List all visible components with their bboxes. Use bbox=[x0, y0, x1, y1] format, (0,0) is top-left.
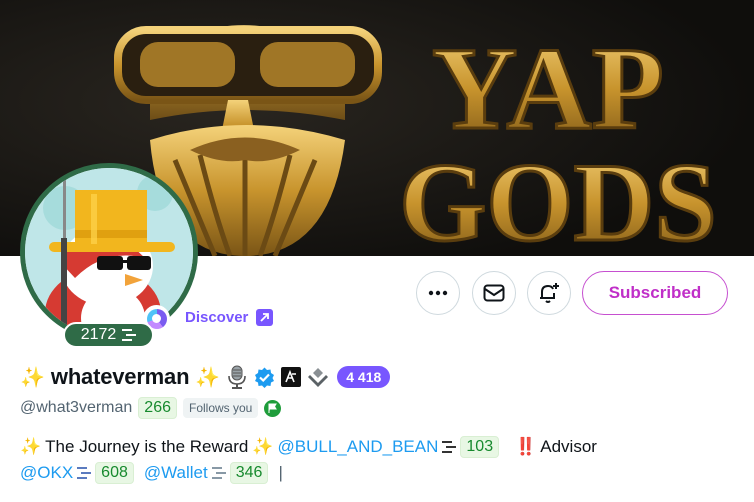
bio-sparkle-a: ✨ bbox=[20, 437, 42, 456]
mention-score-badge: 103 bbox=[460, 436, 500, 458]
flag-icon[interactable] bbox=[264, 399, 282, 417]
bell-plus-icon bbox=[540, 283, 559, 303]
display-name-row: ✨ whateverman ✨ 4 418 bbox=[20, 362, 391, 392]
bio-text: The Journey is the Reward bbox=[45, 437, 249, 456]
alert-icon: ‼️ bbox=[515, 437, 537, 456]
mention-bull-and-bean[interactable]: @BULL_AND_BEAN bbox=[278, 437, 439, 457]
bio-line-2: @OKX 608 @Wallet 346 | bbox=[20, 462, 283, 484]
stack-icon bbox=[211, 467, 226, 479]
bio-sparkle-b: ✨ bbox=[252, 437, 274, 456]
bio-line-1: ✨ The Journey is the Reward ✨ @BULL_AND_… bbox=[20, 436, 597, 458]
banner-title-line2: GODS bbox=[399, 141, 716, 256]
more-options-button[interactable] bbox=[416, 271, 460, 315]
external-link-icon bbox=[256, 309, 274, 326]
mention-okx[interactable]: @OKX bbox=[20, 463, 73, 483]
notifications-button[interactable] bbox=[527, 271, 571, 315]
discover-link[interactable]: Discover bbox=[185, 309, 274, 326]
sparkle-right: ✨ bbox=[195, 366, 221, 389]
avatar-score-badge: 2172 bbox=[63, 322, 154, 348]
message-button[interactable] bbox=[472, 271, 516, 315]
envelope-icon bbox=[483, 284, 505, 302]
mention-wallet[interactable]: @Wallet bbox=[144, 463, 208, 483]
text-cursor: | bbox=[278, 463, 283, 482]
avatar[interactable] bbox=[20, 163, 198, 341]
handle-score-badge: 266 bbox=[138, 397, 177, 419]
avatar-score-value: 2172 bbox=[80, 326, 117, 343]
yap-score-badge[interactable]: 4 418 bbox=[337, 366, 391, 388]
bio-role: Advisor bbox=[540, 437, 597, 456]
banner-title-line1: YAP bbox=[432, 23, 664, 154]
discover-label: Discover bbox=[185, 309, 249, 326]
mention-score-badge: 346 bbox=[229, 462, 269, 484]
verified-badge-icon[interactable] bbox=[254, 367, 275, 388]
stack-icon bbox=[442, 441, 457, 453]
display-name: whateverman bbox=[50, 364, 190, 389]
affiliate-logo-icon[interactable] bbox=[281, 367, 302, 387]
diamond-badge-icon[interactable] bbox=[307, 367, 329, 387]
follows-you-badge: Follows you bbox=[183, 398, 259, 418]
username-handle: @what3verman bbox=[20, 399, 133, 416]
stack-icon bbox=[122, 329, 137, 341]
more-dots-icon bbox=[428, 290, 448, 296]
subscribed-button[interactable]: Subscribed bbox=[582, 271, 728, 315]
handle-row: @what3verman 266 Follows you bbox=[20, 396, 282, 420]
microphone-icon bbox=[226, 365, 248, 389]
sparkle-left: ✨ bbox=[20, 366, 45, 389]
stack-icon bbox=[77, 467, 92, 479]
mention-score-badge: 608 bbox=[95, 462, 134, 484]
